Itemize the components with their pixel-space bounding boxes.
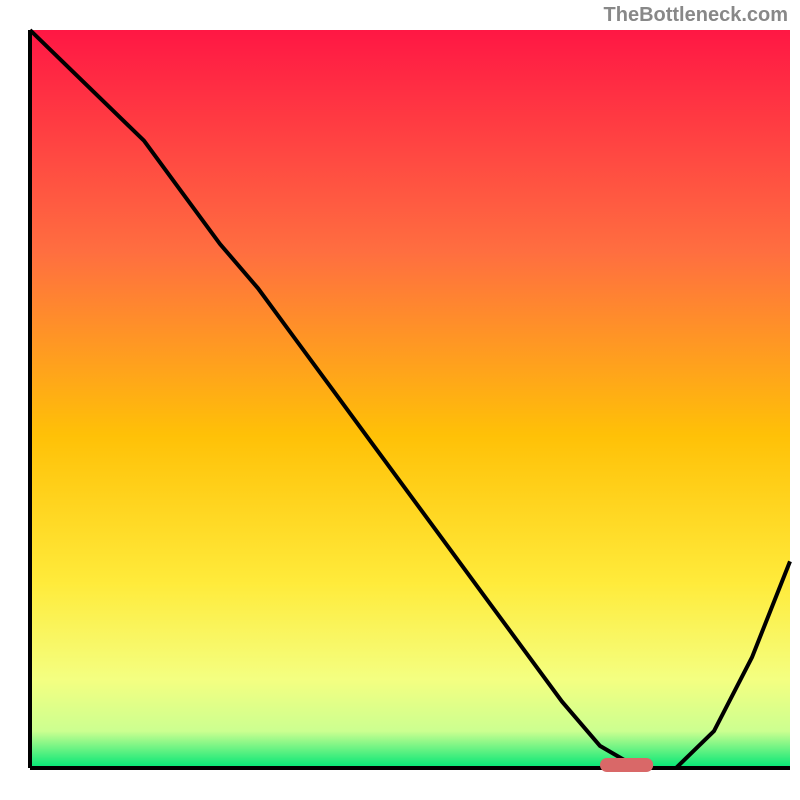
bottleneck-chart: TheBottleneck.com (0, 0, 800, 800)
watermark-text: TheBottleneck.com (604, 4, 788, 27)
chart-svg (0, 0, 800, 800)
optimal-marker (600, 758, 653, 772)
